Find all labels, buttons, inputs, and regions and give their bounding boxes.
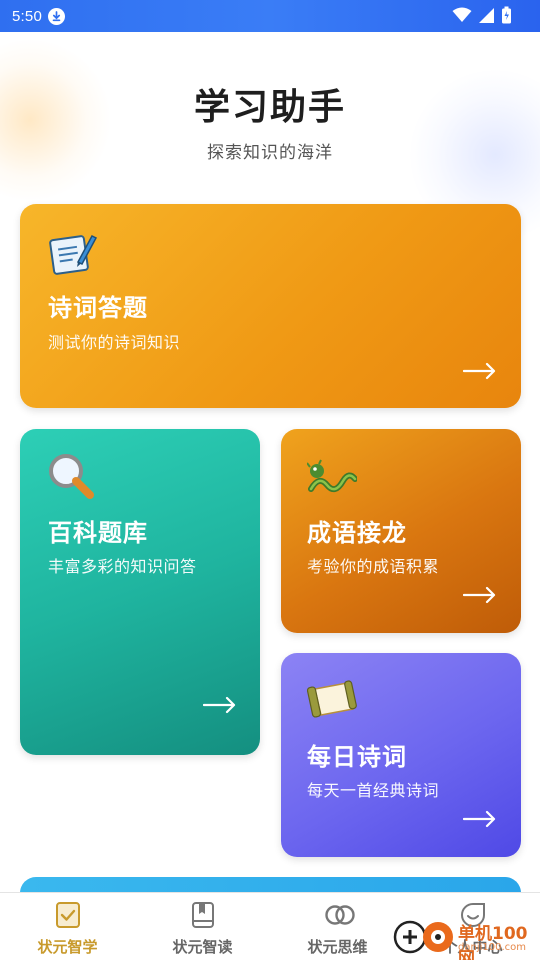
arrow-right-icon <box>462 362 497 380</box>
nav-label-siwei: 状元思维 <box>307 938 368 956</box>
encyclopedia-quiz-title: 百科题库 <box>48 519 148 547</box>
dragon-icon <box>306 459 358 509</box>
download-icon <box>48 7 65 25</box>
page-title: 学习助手 <box>193 87 346 128</box>
battery-icon <box>501 6 512 28</box>
magnifier-icon <box>46 451 96 501</box>
watermark-sub: danji100.com <box>458 942 526 953</box>
daily-poem-title: 每日诗词 <box>307 743 407 771</box>
poem-quiz-title: 诗词答题 <box>48 294 148 322</box>
arrow-right-icon <box>462 810 497 828</box>
poem-quiz-card[interactable]: 诗词答题 测试你的诗词知识 <box>20 204 521 408</box>
rings-icon <box>324 901 355 929</box>
idiom-chain-card[interactable]: 成语接龙 考验你的成语积累 <box>281 429 521 633</box>
status-time: 5:50 <box>12 7 42 25</box>
scroll-icon <box>306 679 357 729</box>
encyclopedia-quiz-card[interactable]: 百科题库 丰富多彩的知识问答 <box>20 429 260 755</box>
poem-quiz-desc: 测试你的诗词知识 <box>48 333 181 352</box>
page-subtitle: 探索知识的海洋 <box>207 143 333 163</box>
nav-item-zhixue[interactable]: 状元智学 <box>0 893 135 960</box>
daily-poem-desc: 每天一首经典诗词 <box>307 781 440 800</box>
checklist-icon <box>54 901 82 929</box>
status-bar: 5:50 <box>0 0 540 32</box>
wifi-icon <box>452 7 472 27</box>
idiom-chain-desc: 考验你的成语积累 <box>307 557 440 576</box>
book-icon <box>189 901 217 929</box>
nav-item-zhidu[interactable]: 状元智读 <box>135 893 270 960</box>
notepad-pen-icon <box>48 228 98 278</box>
signal-icon <box>478 7 495 28</box>
nav-label-zhidu: 状元智读 <box>172 938 233 956</box>
arrow-right-icon <box>462 586 497 604</box>
app-screen: 5:50 学习助手 探索知识的海洋 诗词答题 测试你的诗词知识 百科题库 丰富多… <box>0 0 540 960</box>
idiom-chain-title: 成语接龙 <box>307 519 407 547</box>
arrow-right-icon <box>202 696 237 714</box>
nav-label-zhixue: 状元智学 <box>37 938 98 956</box>
encyclopedia-quiz-desc: 丰富多彩的知识问答 <box>48 557 197 576</box>
watermark-logo-icon <box>393 920 453 954</box>
watermark: 单机100网 danji100.com <box>392 915 540 960</box>
nav-item-siwei[interactable]: 状元思维 <box>270 893 405 960</box>
watermark-text: 单机100网 <box>458 924 528 960</box>
daily-poem-card[interactable]: 每日诗词 每天一首经典诗词 <box>281 653 521 857</box>
